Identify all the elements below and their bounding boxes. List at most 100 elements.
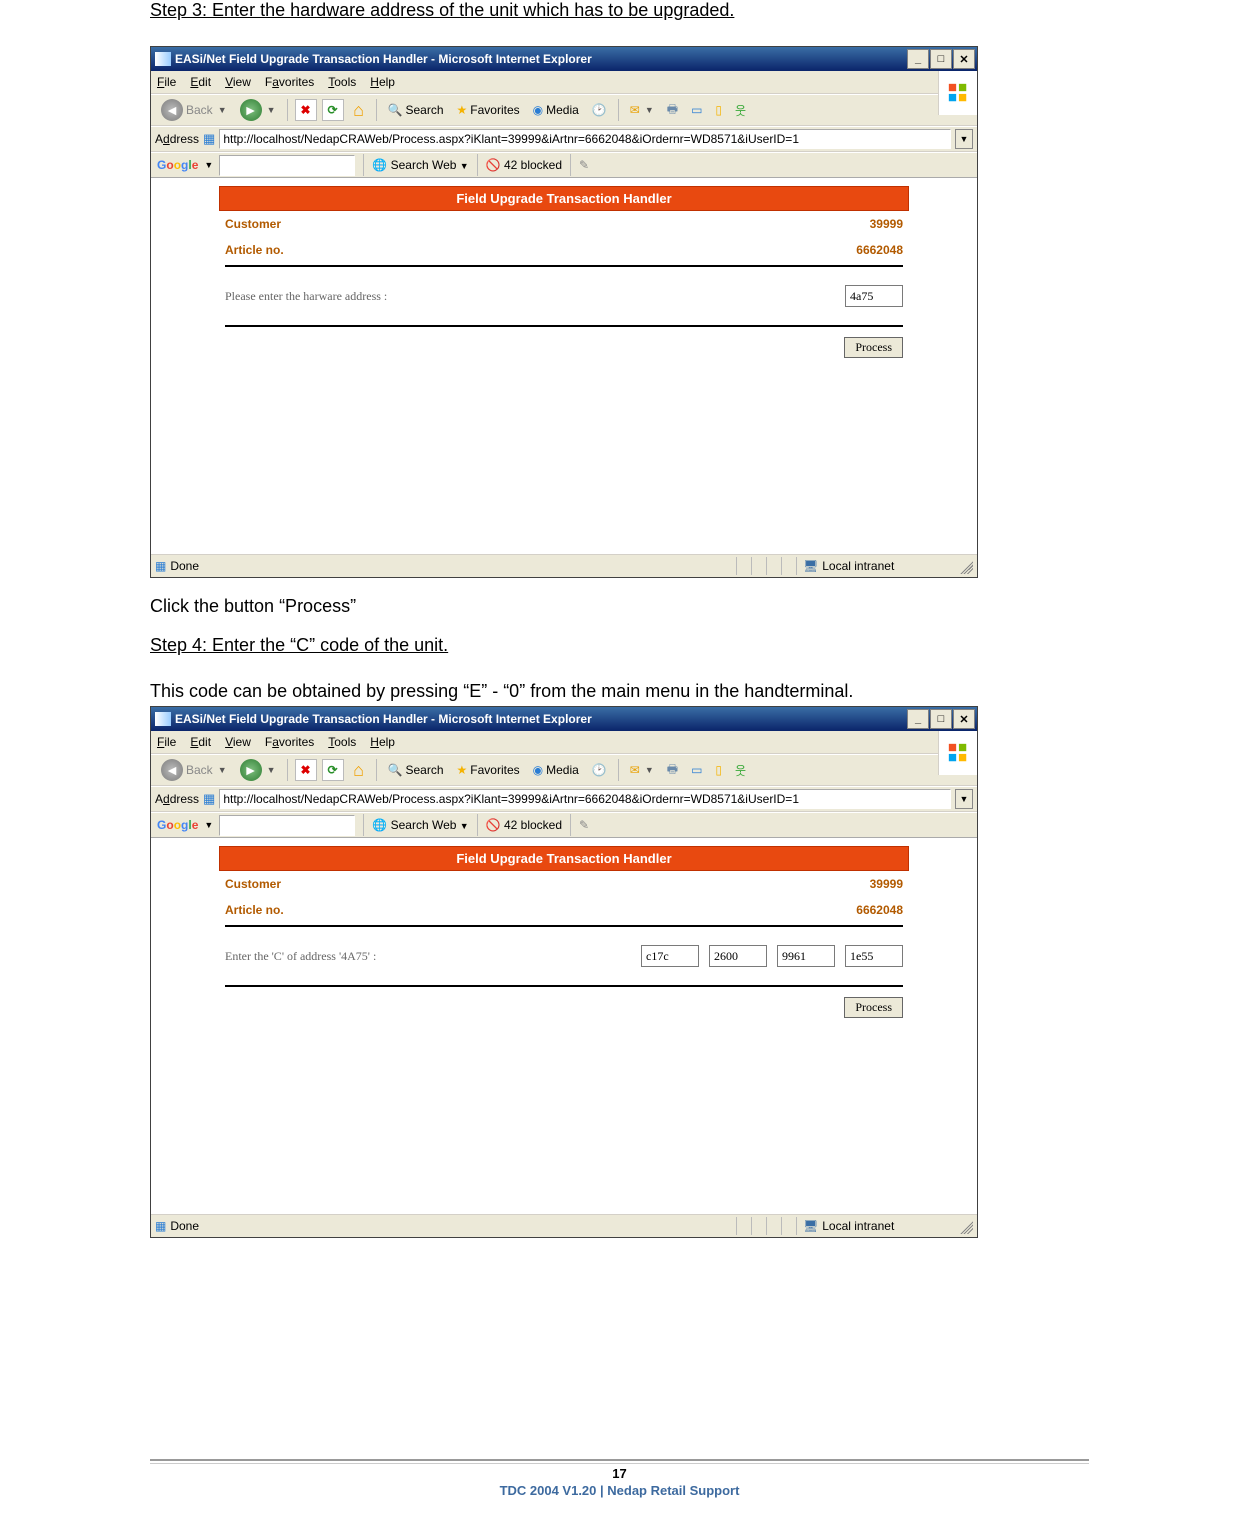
menu-favorites[interactable]: Favorites [265, 735, 314, 749]
autofill-icon[interactable]: ✎ [579, 818, 589, 832]
refresh-button[interactable]: ⟳ [322, 99, 344, 121]
ie-statusbar: ▦ Done 🖥 Local intranet [151, 1214, 977, 1237]
search-web-button[interactable]: 🌐 Search Web ▼ [372, 158, 468, 172]
maximize-button[interactable]: □ [930, 49, 952, 69]
address-input[interactable]: http://localhost/NedapCRAWeb/Process.asp… [219, 129, 951, 149]
stop-button[interactable]: ✖ [295, 99, 317, 121]
ie-titlebar: EASi/Net Field Upgrade Transaction Handl… [151, 707, 977, 731]
mail-button[interactable]: ✉▼ [626, 758, 658, 782]
popup-blocked-button[interactable]: 🚫 42 blocked [486, 158, 562, 172]
minimize-button[interactable]: _ [907, 709, 929, 729]
messenger-icon: 웃 [735, 762, 746, 779]
menu-favorites[interactable]: Favorites [265, 75, 314, 89]
edit-button[interactable]: ▭ [687, 98, 706, 122]
stop-icon: ✖ [301, 763, 311, 777]
discuss-button[interactable]: ▯ [711, 758, 726, 782]
messenger-button[interactable]: 웃 [731, 98, 750, 122]
menu-view[interactable]: View [225, 75, 251, 89]
divider [225, 265, 903, 267]
panel-header: Field Upgrade Transaction Handler [219, 186, 909, 211]
divider [225, 925, 903, 927]
discuss-button[interactable]: ▯ [711, 98, 726, 122]
menu-help[interactable]: Help [370, 735, 395, 749]
process-button[interactable]: Process [844, 997, 903, 1018]
print-icon: 🖶 [667, 760, 678, 781]
search-button[interactable]: 🔍Search [384, 758, 448, 782]
messenger-button[interactable]: 웃 [731, 758, 750, 782]
menu-tools[interactable]: Tools [328, 735, 356, 749]
back-label: Back [186, 763, 213, 777]
customer-label: Customer [225, 217, 870, 231]
ie-app-icon [155, 52, 171, 66]
menu-file[interactable]: File [157, 735, 176, 749]
edit-button[interactable]: ▭ [687, 758, 706, 782]
home-button[interactable]: ⌂ [349, 100, 369, 120]
c-code-input-2[interactable] [709, 945, 767, 967]
home-icon: ⌂ [353, 100, 364, 121]
close-button[interactable]: ✕ [953, 49, 975, 69]
divider [225, 325, 903, 327]
forward-icon: ► [240, 759, 262, 781]
step4-instruction: This code can be obtained by pressing “E… [150, 681, 1089, 702]
history-button[interactable]: 🕑 [588, 758, 611, 782]
c-code-input-1[interactable] [641, 945, 699, 967]
print-button[interactable]: 🖶 [663, 98, 682, 122]
media-button[interactable]: ◉Media [529, 98, 583, 122]
hw-address-prompt: Please enter the harware address : [225, 289, 845, 304]
ie-statusbar: ▦ Done 🖥 Local intranet [151, 554, 977, 577]
google-search-input[interactable] [219, 155, 355, 176]
google-toolbar: Google ▼ 🌐 Search Web ▼ 🚫 42 blocked ✎ [151, 152, 977, 178]
menu-edit[interactable]: Edit [190, 75, 211, 89]
history-button[interactable]: 🕑 [588, 98, 611, 122]
status-done: Done [170, 559, 199, 573]
print-button[interactable]: 🖶 [663, 758, 682, 782]
close-button[interactable]: ✕ [953, 709, 975, 729]
maximize-button[interactable]: □ [930, 709, 952, 729]
menu-tools[interactable]: Tools [328, 75, 356, 89]
process-button[interactable]: Process [844, 337, 903, 358]
media-icon: ◉ [533, 103, 543, 117]
forward-button[interactable]: ► ▼ [236, 758, 280, 782]
autofill-icon[interactable]: ✎ [579, 158, 589, 172]
menu-edit[interactable]: Edit [190, 735, 211, 749]
forward-button[interactable]: ► ▼ [236, 98, 280, 122]
c-code-input-3[interactable] [777, 945, 835, 967]
minimize-button[interactable]: _ [907, 49, 929, 69]
mail-button[interactable]: ✉▼ [626, 98, 658, 122]
media-button[interactable]: ◉Media [529, 758, 583, 782]
back-button[interactable]: ◄ Back ▼ [157, 758, 231, 782]
popup-blocked-button[interactable]: 🚫 42 blocked [486, 818, 562, 832]
search-button[interactable]: 🔍Search [384, 98, 448, 122]
search-web-button[interactable]: 🌐 Search Web ▼ [372, 818, 468, 832]
page-icon: ▦ [203, 131, 215, 147]
address-dropdown[interactable]: ▼ [955, 129, 973, 149]
hw-address-input[interactable] [845, 285, 903, 307]
google-search-input[interactable] [219, 815, 355, 836]
page-footer: 17 TDC 2004 V1.20 | Nedap Retail Support [150, 1459, 1089, 1498]
zone-icon: 🖥 [803, 1219, 818, 1233]
customer-value: 39999 [870, 217, 903, 231]
menu-help[interactable]: Help [370, 75, 395, 89]
step4-heading: Step 4: Enter the “C” code of the unit. [150, 635, 1089, 656]
favorites-button[interactable]: ★Favorites [453, 758, 524, 782]
home-icon: ⌂ [353, 760, 364, 781]
stop-button[interactable]: ✖ [295, 759, 317, 781]
refresh-button[interactable]: ⟳ [322, 759, 344, 781]
address-input[interactable]: http://localhost/NedapCRAWeb/Process.asp… [219, 789, 951, 809]
back-button[interactable]: ◄ Back ▼ [157, 98, 231, 122]
address-dropdown[interactable]: ▼ [955, 789, 973, 809]
ie-title-text: EASi/Net Field Upgrade Transaction Handl… [175, 52, 592, 66]
google-toolbar: Google ▼ 🌐 Search Web ▼ 🚫 42 blocked ✎ [151, 812, 977, 838]
done-icon: ▦ [155, 1219, 166, 1233]
favorites-button[interactable]: ★Favorites [453, 98, 524, 122]
home-button[interactable]: ⌂ [349, 760, 369, 780]
resize-grip[interactable] [957, 1218, 973, 1234]
resize-grip[interactable] [957, 558, 973, 574]
menu-view[interactable]: View [225, 735, 251, 749]
c-code-input-4[interactable] [845, 945, 903, 967]
ie-content-area: Field Upgrade Transaction Handler Custom… [151, 838, 977, 1214]
edit-icon: ▭ [691, 103, 702, 117]
article-label: Article no. [225, 903, 856, 917]
menu-file[interactable]: File [157, 75, 176, 89]
ie-title-text: EASi/Net Field Upgrade Transaction Handl… [175, 712, 592, 726]
